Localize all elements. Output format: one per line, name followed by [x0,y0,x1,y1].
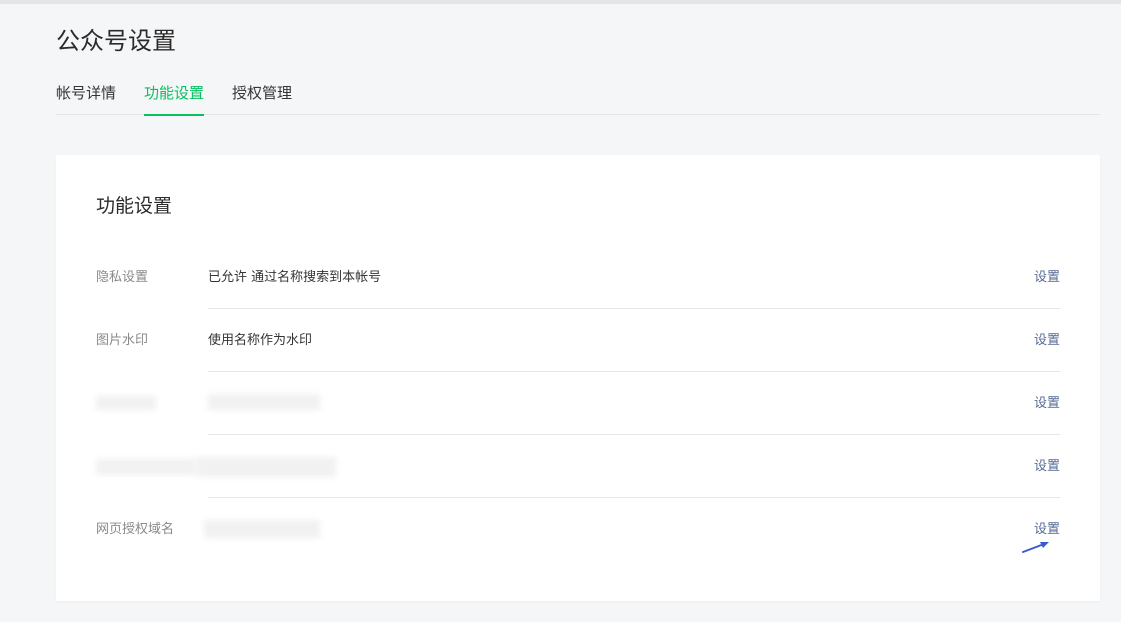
row-label: 图片水印 [96,333,149,348]
tab-feature-settings[interactable]: 功能设置 [144,82,205,116]
redacted-label [96,396,156,410]
settings-row-web-auth-domain: 网页授权域名 设置 [96,498,1060,561]
settings-row-js-interface-domain: 设置 [96,435,1060,498]
row-label: 网页授权域名 [96,522,175,537]
settings-row-business-domain: 设置 [96,372,1060,435]
redacted-value [208,394,320,410]
settings-row-image-watermark: 图片水印 使用名称作为水印 设置 [96,309,1060,372]
business-domain-settings-button[interactable]: 设置 [1034,372,1060,435]
js-domain-settings-button[interactable]: 设置 [1034,435,1060,498]
feature-settings-card: 功能设置 隐私设置 已允许 通过名称搜索到本帐号 设置 图片水印 使用名称作为水… [56,155,1100,601]
page-title: 公众号设置 [56,27,176,55]
row-value: 已允许 通过名称搜索到本帐号 [208,270,382,285]
row-value: 使用名称作为水印 [208,333,313,348]
row-label: 隐私设置 [96,270,149,285]
settings-row-privacy: 隐私设置 已允许 通过名称搜索到本帐号 设置 [96,246,1060,309]
privacy-settings-button[interactable]: 设置 [1034,246,1060,309]
tab-bar: 帐号详情 功能设置 授权管理 [56,82,1100,116]
redacted-label [96,459,196,475]
tab-authorization-management[interactable]: 授权管理 [232,82,292,115]
redacted-value [204,520,320,538]
watermark-settings-button[interactable]: 设置 [1034,309,1060,372]
pointer-arrow-icon [1022,542,1049,553]
card-title: 功能设置 [96,195,173,217]
redacted-value [196,457,336,477]
top-divider [0,0,1121,4]
tab-account-details[interactable]: 帐号详情 [56,82,116,115]
